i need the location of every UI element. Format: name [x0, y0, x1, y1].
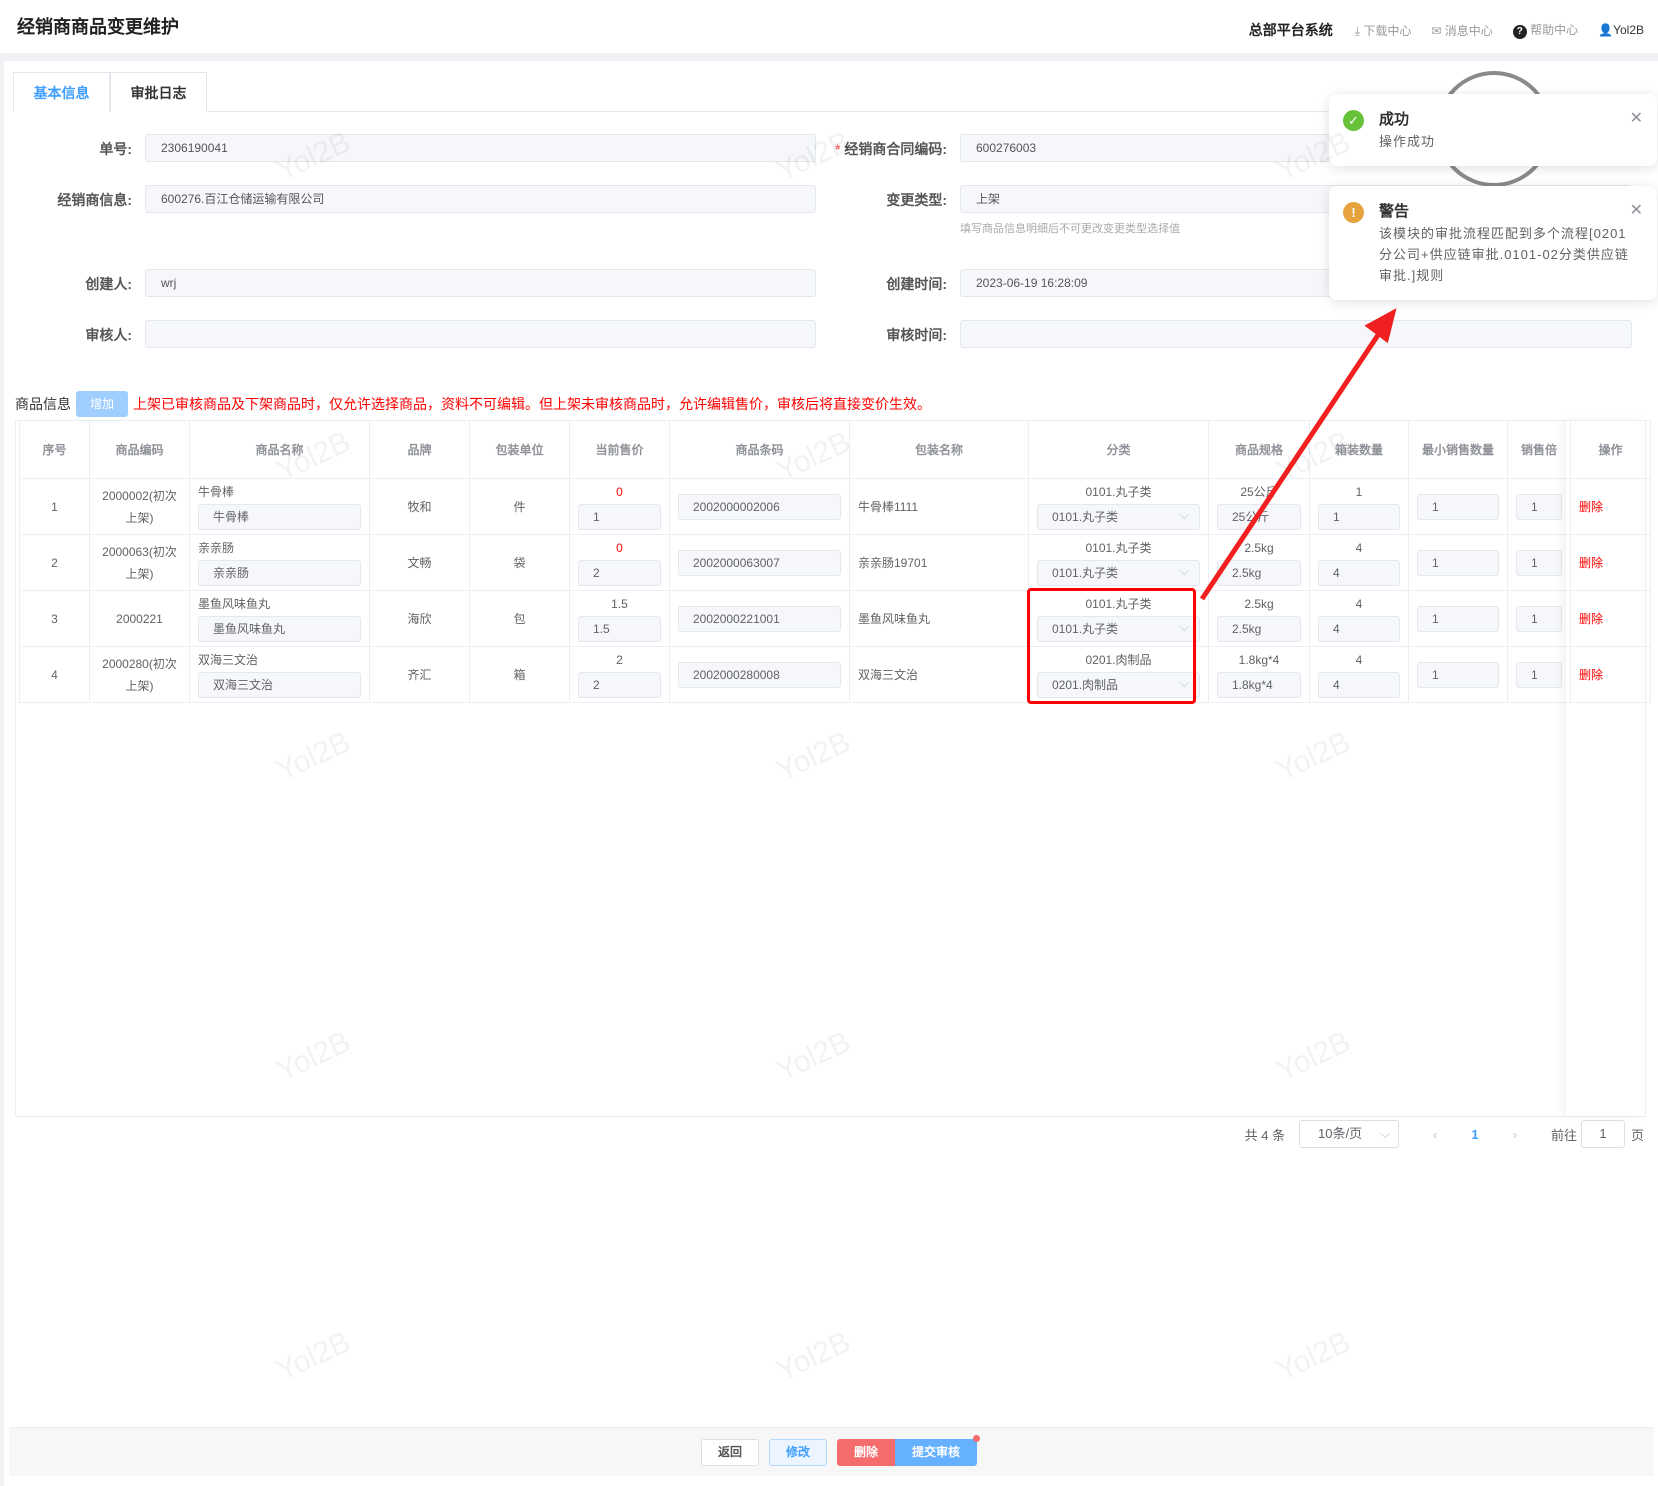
warning-icon: ! — [1343, 202, 1364, 223]
page-suffix: 页 — [1630, 1127, 1644, 1143]
footer-buttons: 返回 修改 删除 提交审核 — [701, 1435, 981, 1466]
notification-message: 该模块的审批流程匹配到多个流程[0201分公司+供应链审批.0101-02分类供… — [1379, 226, 1629, 283]
delete-button[interactable]: 删除 — [837, 1439, 896, 1466]
close-icon[interactable]: ✕ — [1630, 200, 1643, 220]
badge-dot — [973, 1435, 981, 1442]
notification-title: 警告 — [1379, 203, 1410, 220]
success-notification: ✓ 成功 操作成功 ✕ — [1329, 94, 1657, 166]
page-1[interactable]: 1 — [1471, 1127, 1478, 1142]
back-button[interactable]: 返回 — [701, 1439, 760, 1466]
total-count: 共 4 条 — [1244, 1127, 1286, 1143]
submit-review-button[interactable]: 提交审核 — [895, 1435, 981, 1466]
notification-message: 操作成功 — [1379, 134, 1436, 149]
prev-page-button[interactable]: ‹ — [1433, 1127, 1437, 1142]
notification-title: 成功 — [1379, 111, 1410, 128]
warning-notification: ! 警告 该模块的审批流程匹配到多个流程[0201分公司+供应链审批.0101-… — [1329, 186, 1657, 300]
chevron-down-icon: ⌵ — [1380, 1126, 1391, 1141]
goto-label: 前往 — [1550, 1127, 1577, 1143]
success-check-icon: ✓ — [1343, 110, 1364, 131]
page-size-select[interactable]: 10条/页 ⌵ — [1299, 1120, 1400, 1148]
next-page-button[interactable]: › — [1513, 1127, 1517, 1142]
close-icon[interactable]: ✕ — [1630, 108, 1643, 128]
goto-page-input[interactable]: 1 — [1580, 1120, 1625, 1148]
edit-button[interactable]: 修改 — [769, 1439, 828, 1466]
pagination: 共 4 条 10条/页 ⌵ ‹ 1 › 前往 1 页 — [1245, 1120, 1644, 1148]
